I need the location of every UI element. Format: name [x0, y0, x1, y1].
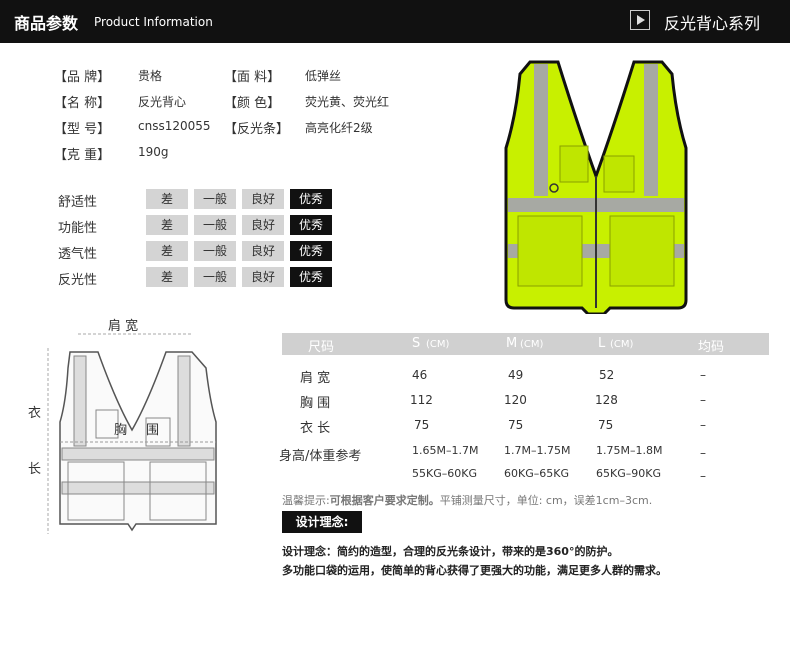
- height-avg: –: [700, 446, 706, 460]
- header-title-cn: 商品参数: [14, 14, 79, 33]
- sketch-length-label-top: 衣: [28, 406, 42, 421]
- header-m-unit: (CM): [520, 339, 544, 350]
- rating-name: 反光性: [58, 273, 98, 288]
- vest-sketch-diagram: [47, 333, 217, 534]
- rating-name: 舒适性: [58, 195, 98, 210]
- rating-name: 功能性: [58, 221, 98, 236]
- height-m: 1.7M–1.75M: [504, 444, 571, 457]
- rating-name: 透气性: [58, 247, 98, 262]
- header-title-en: Product Information: [94, 15, 213, 29]
- cell-m: 75: [508, 418, 524, 432]
- height-l: 1.75M–1.8M: [596, 444, 663, 457]
- rating-level-poor: 差: [146, 215, 188, 235]
- note-prefix: 温馨提示:: [282, 494, 330, 507]
- rating-level-fair: 一般: [194, 241, 236, 261]
- rating-level-fair: 一般: [194, 215, 236, 235]
- param-value-fabric: 低弹丝: [305, 69, 342, 83]
- ref-label: 身高/体重参考: [279, 449, 362, 464]
- rating-level-good: 良好: [242, 241, 284, 261]
- weight-l: 65KG–90KG: [596, 467, 661, 480]
- param-value-color: 荧光黄、荧光红: [305, 95, 390, 109]
- param-label-fabric: 【面 料】: [224, 70, 281, 85]
- cell-s: 75: [414, 418, 430, 432]
- header-s: S: [412, 336, 421, 351]
- note-rest: 平铺测量尺寸，单位: cm，误差1cm–3cm.: [439, 494, 653, 507]
- sketch-chest-label-left: 胸: [114, 423, 128, 438]
- cell-avg: –: [700, 368, 706, 382]
- param-value-reflect: 高亮化纤2级: [305, 121, 373, 135]
- header-m: M: [506, 336, 518, 351]
- cell-l: 52: [599, 368, 615, 382]
- rating-level-fair: 一般: [194, 189, 236, 209]
- cell-avg: –: [700, 418, 706, 432]
- row-label: 衣 长: [300, 421, 331, 436]
- param-label-brand: 【品 牌】: [54, 70, 111, 85]
- header-size: 尺码: [308, 340, 335, 355]
- design-line-1: 设计理念：简约的造型，合理的反光条设计，带来的是360°的防护。: [282, 545, 619, 558]
- rating-level-good: 良好: [242, 189, 284, 209]
- rating-level-good: 良好: [242, 215, 284, 235]
- design-title: 设计理念:: [282, 511, 362, 533]
- cell-l: 128: [595, 393, 618, 407]
- sketch-shoulder-label: 肩 宽: [108, 319, 139, 334]
- vest-product-image: [504, 60, 688, 314]
- header-l: L: [598, 336, 606, 351]
- param-value-weight: 190g: [138, 145, 169, 159]
- header-l-unit: (CM): [610, 339, 634, 350]
- height-s: 1.65M–1.7M: [412, 444, 479, 457]
- param-value-model: cnss120055: [138, 119, 211, 133]
- param-value-brand: 贵格: [138, 69, 163, 83]
- sketch-chest-label-right: 围: [146, 423, 160, 438]
- weight-avg: –: [700, 469, 706, 483]
- param-label-model: 【型 号】: [54, 122, 111, 137]
- cell-m: 49: [508, 368, 524, 382]
- rating-level-poor: 差: [146, 189, 188, 209]
- rating-level-fair: 一般: [194, 267, 236, 287]
- cell-s: 46: [412, 368, 428, 382]
- row-label: 肩 宽: [300, 371, 331, 386]
- series-title: 反光背心系列: [664, 14, 761, 33]
- rating-level-excellent: 优秀: [290, 215, 332, 235]
- rating-level-good: 良好: [242, 267, 284, 287]
- rating-level-excellent: 优秀: [290, 241, 332, 261]
- rating-level-excellent: 优秀: [290, 267, 332, 287]
- header-s-unit: (CM): [426, 339, 450, 350]
- weight-s: 55KG–60KG: [412, 467, 477, 480]
- size-note: 温馨提示:可根据客户要求定制。平铺测量尺寸，单位: cm，误差1cm–3cm.: [282, 489, 652, 508]
- rating-level-poor: 差: [146, 241, 188, 261]
- param-label-weight: 【克 重】: [54, 148, 111, 163]
- cell-m: 120: [504, 393, 527, 407]
- play-icon[interactable]: [630, 10, 650, 30]
- param-label-reflect: 【反光条】: [224, 122, 290, 137]
- weight-m: 60KG–65KG: [504, 467, 569, 480]
- rating-level-poor: 差: [146, 267, 188, 287]
- param-label-color: 【颜 色】: [224, 96, 281, 111]
- cell-l: 75: [598, 418, 614, 432]
- sketch-length-label-bottom: 长: [28, 462, 42, 477]
- note-custom: 可根据客户要求定制。: [329, 494, 440, 507]
- design-line-2: 多功能口袋的运用，使简单的背心获得了更强大的功能，满足更多人群的需求。: [282, 564, 667, 577]
- param-value-name: 反光背心: [138, 95, 187, 109]
- header-avg: 均码: [698, 340, 725, 355]
- row-label: 胸 围: [300, 396, 331, 411]
- cell-s: 112: [410, 393, 433, 407]
- header-bar: 商品参数 Product Information 反光背心系列: [0, 0, 790, 43]
- cell-avg: –: [700, 393, 706, 407]
- param-label-name: 【名 称】: [54, 96, 111, 111]
- size-table-header: 尺码 S (CM) M (CM) L (CM) 均码: [282, 333, 769, 355]
- rating-level-excellent: 优秀: [290, 189, 332, 209]
